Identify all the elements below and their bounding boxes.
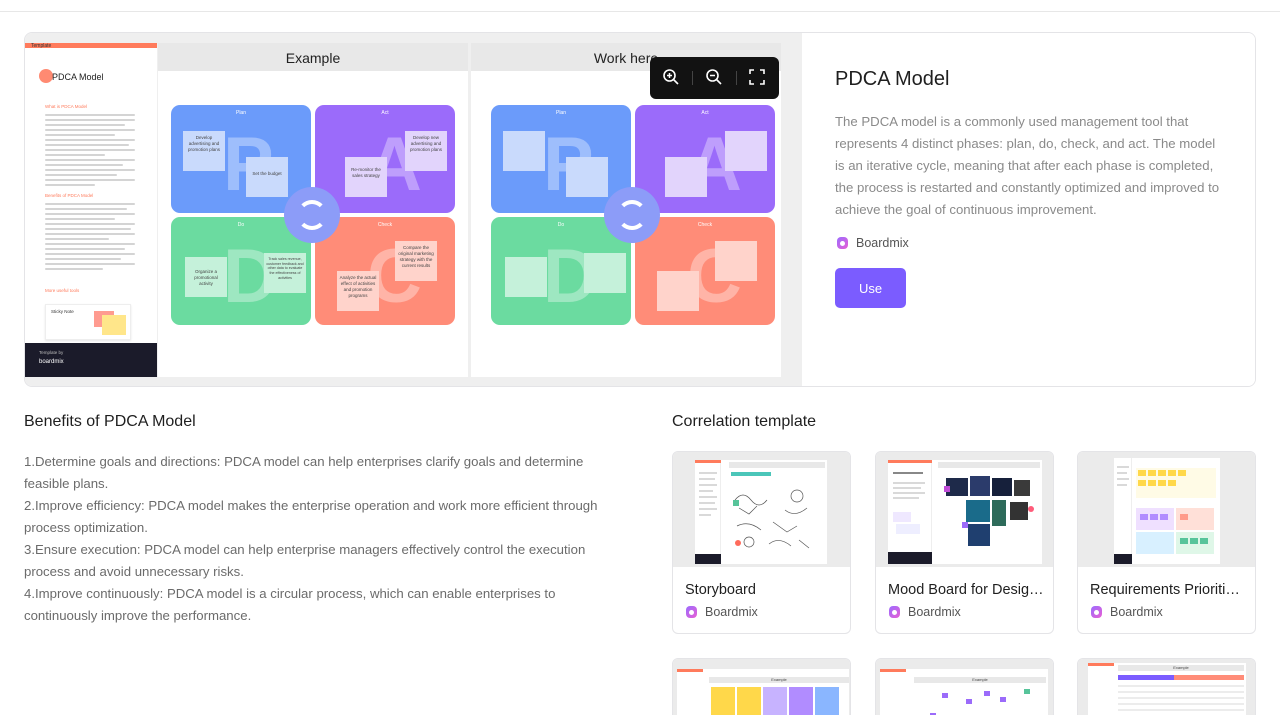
template-thumbnail: Example (673, 659, 850, 715)
brand-attribution: Boardmix (1091, 605, 1163, 619)
sticky-note[interactable] (665, 157, 707, 197)
sticky-note: Compare the original marketing strategy … (395, 241, 437, 281)
cycle-icon (604, 187, 660, 243)
brand-name: Boardmix (705, 605, 758, 619)
sticky-note: Develop new advertising and promotion pl… (405, 131, 447, 171)
brand-name: Boardmix (908, 605, 961, 619)
template-thumbnail: Example (1078, 659, 1255, 715)
template-card-name: Storyboard (685, 582, 756, 598)
benefit-item: 4.Improve continuously: PDCA model is a … (24, 586, 556, 623)
sticky-note[interactable] (566, 157, 608, 197)
fullscreen-icon[interactable] (747, 68, 767, 88)
boardmix-logo-icon (1091, 606, 1102, 618)
sticky-note: Set the budget (246, 157, 288, 197)
zoom-in-icon[interactable] (661, 68, 681, 88)
template-description: The PDCA model is a commonly used manage… (835, 114, 1220, 217)
template-card-partial[interactable]: Example (1077, 658, 1256, 715)
template-preview-canvas[interactable]: Template PDCA Model What is PDCA Model B… (25, 33, 802, 386)
use-template-button[interactable]: Use (835, 268, 906, 308)
brand-name: Boardmix (1110, 605, 1163, 619)
template-card-storyboard[interactable]: Storyboard Boardmix (672, 451, 851, 634)
quadrant-label: Act (701, 110, 709, 116)
thumb-header: Example (914, 677, 1046, 683)
zoom-out-icon[interactable] (704, 68, 724, 88)
boardmix-logo-icon (889, 606, 900, 618)
brand-attribution: Boardmix (889, 605, 961, 619)
sticky-note: Re-monitor the sales strategy (345, 157, 387, 197)
benefits-heading: Benefits of PDCA Model (24, 413, 196, 430)
template-sheet-dot (39, 69, 53, 83)
template-card-partial[interactable]: Example (875, 658, 1054, 715)
template-hero-card: Template PDCA Model What is PDCA Model B… (24, 32, 1256, 387)
template-card-name: Requirements Prioritization (1090, 582, 1246, 598)
template-thumbnail (876, 452, 1053, 567)
brand-attribution: Boardmix (837, 236, 909, 250)
sticky-note: Develop advertising and promotion plans (183, 131, 225, 171)
template-thumbnail (673, 452, 850, 567)
quadrant-label: Act (381, 110, 389, 116)
template-sheet-section: What is PDCA Model (45, 104, 88, 109)
sticky-note[interactable] (725, 131, 767, 171)
quadrant-label: Plan (235, 110, 246, 116)
template-sheet-section: Benefits of PDCA Model (45, 193, 94, 198)
quadrant-label: Plan (555, 110, 566, 116)
brand-name: Boardmix (856, 236, 909, 250)
thumb-header: Example (1118, 665, 1244, 671)
tip-title: Sticky Note (51, 309, 74, 314)
template-card-name: Mood Board for Design Team (888, 582, 1044, 598)
thumb-header: Example (709, 677, 849, 683)
sticky-note: Organize a promotional activity (185, 257, 227, 297)
cycle-icon (284, 187, 340, 243)
benefit-item: 2.Improve efficiency: PDCA model makes t… (24, 498, 598, 535)
zoom-toolbar (650, 57, 779, 99)
template-info-sheet: Template PDCA Model What is PDCA Model B… (25, 43, 157, 377)
brand-attribution: Boardmix (686, 605, 758, 619)
footer-brand: boardmix (39, 359, 64, 365)
boardmix-logo-icon (686, 606, 697, 618)
template-thumbnail (1078, 452, 1255, 567)
example-panel-title: Example (158, 43, 468, 71)
template-sheet-footer: Template by boardmix (25, 343, 157, 377)
sticky-note[interactable] (584, 253, 626, 293)
top-bar (0, 0, 1280, 12)
footer-label: Template by (39, 350, 64, 355)
template-thumbnail: Example (876, 659, 1053, 715)
boardmix-logo-icon (837, 237, 848, 249)
benefit-item: 1.Determine goals and directions: PDCA m… (24, 454, 584, 491)
template-card-partial[interactable]: Example (672, 658, 851, 715)
example-panel: Example Plan P Develop advertising and p… (158, 43, 468, 377)
quadrant-check: Check C Analyze the actual effect of act… (315, 217, 455, 325)
template-title: PDCA Model (835, 68, 950, 90)
template-sheet-name: PDCA Model (52, 72, 104, 82)
sticky-note[interactable] (505, 257, 547, 297)
template-card-mood-board[interactable]: Mood Board for Design Team Boardmix (875, 451, 1054, 634)
sticky-note[interactable] (715, 241, 757, 281)
benefits-list: 1.Determine goals and directions: PDCA m… (24, 451, 624, 627)
sticky-note[interactable] (503, 131, 545, 171)
sticky-note-tip: Sticky Note (45, 304, 131, 340)
quadrant-act: Act A (635, 105, 775, 213)
quadrant-check: Check C (635, 217, 775, 325)
correlation-heading: Correlation template (672, 413, 817, 430)
template-sheet-section: More useful tools (45, 288, 80, 293)
template-sheet-label: Template (31, 43, 52, 49)
template-card-requirements[interactable]: Requirements Prioritization Boardmix (1077, 451, 1256, 634)
template-info-panel: PDCA Model The PDCA model is a commonly … (802, 33, 1255, 386)
quadrant-act: Act A Develop new advertising and promot… (315, 105, 455, 213)
benefit-item: 3.Ensure execution: PDCA model can help … (24, 542, 586, 579)
sticky-note: Analyze the actual effect of activities … (337, 271, 379, 311)
sticky-note: Track sales revenue, customer feedback a… (264, 253, 306, 293)
sticky-note[interactable] (657, 271, 699, 311)
